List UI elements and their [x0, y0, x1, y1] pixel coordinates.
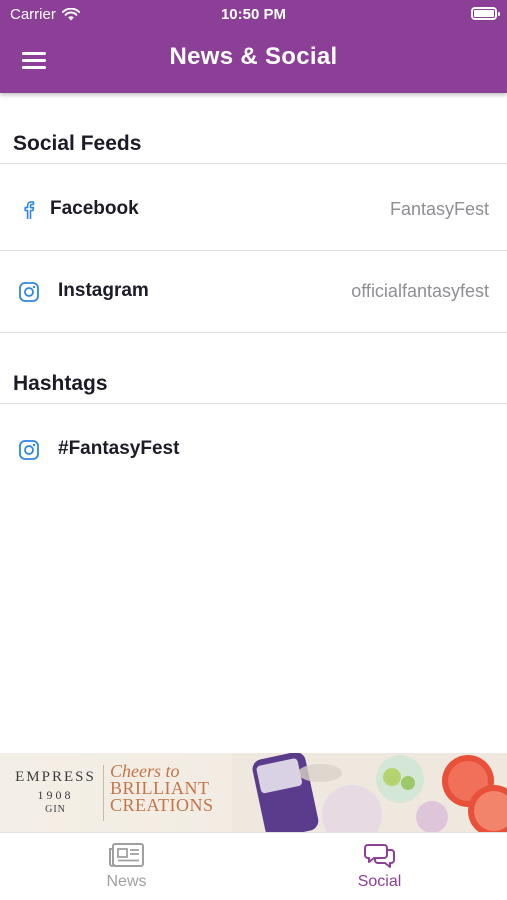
social-feeds-heading: Social Feeds	[0, 124, 507, 164]
instagram-label: Instagram	[58, 280, 149, 301]
ad-slogan: Cheers to BRILLIANT CREATIONS	[110, 762, 214, 815]
facebook-label: Facebook	[50, 198, 139, 219]
tab-bar: News Social	[0, 832, 507, 900]
chat-bubbles-icon	[364, 844, 395, 868]
facebook-account: FantasyFest	[389, 199, 489, 219]
status-bar: Carrier 10:50 PM	[0, 0, 507, 30]
instagram-account: officialfantasyfest	[351, 281, 489, 301]
tab-news-label: News	[106, 873, 147, 890]
tab-social-label: Social	[357, 873, 402, 890]
facebook-icon	[24, 201, 35, 219]
instagram-icon	[19, 440, 39, 460]
battery-level	[474, 10, 494, 17]
ad-brand-name: EMPRESS	[15, 769, 96, 785]
social-feeds-heading-label: Social Feeds	[13, 132, 142, 155]
ad-brand-year: 1908	[37, 788, 74, 802]
ad-product-image	[232, 753, 507, 832]
ad-brand-type: GIN	[45, 804, 66, 815]
hashtag-row[interactable]: #FantasyFest	[0, 409, 507, 491]
instagram-feed-row[interactable]: Instagram officialfantasyfest	[0, 251, 507, 333]
battery-icon	[471, 7, 500, 20]
ad-divider	[103, 765, 104, 821]
ad-banner[interactable]: EMPRESS 1908 GIN Cheers to BRILLIANT CRE…	[0, 753, 507, 832]
hashtag-label: #FantasyFest	[58, 438, 180, 459]
ad-brand-logo: EMPRESS 1908 GIN	[8, 769, 103, 815]
hashtags-heading: Hashtags	[0, 364, 507, 404]
newspaper-icon	[109, 843, 144, 867]
tab-news[interactable]: News	[0, 833, 253, 900]
facebook-feed-row[interactable]: Facebook FantasyFest	[0, 169, 507, 251]
app-header: Carrier 10:50 PM News & Social	[0, 0, 507, 93]
ad-slogan-line3: CREATIONS	[110, 795, 214, 815]
hashtags-heading-label: Hashtags	[13, 372, 108, 395]
page-title: News & Social	[169, 43, 338, 70]
status-time: 10:50 PM	[220, 6, 287, 23]
instagram-icon	[19, 282, 39, 302]
tab-social[interactable]: Social	[253, 833, 506, 900]
